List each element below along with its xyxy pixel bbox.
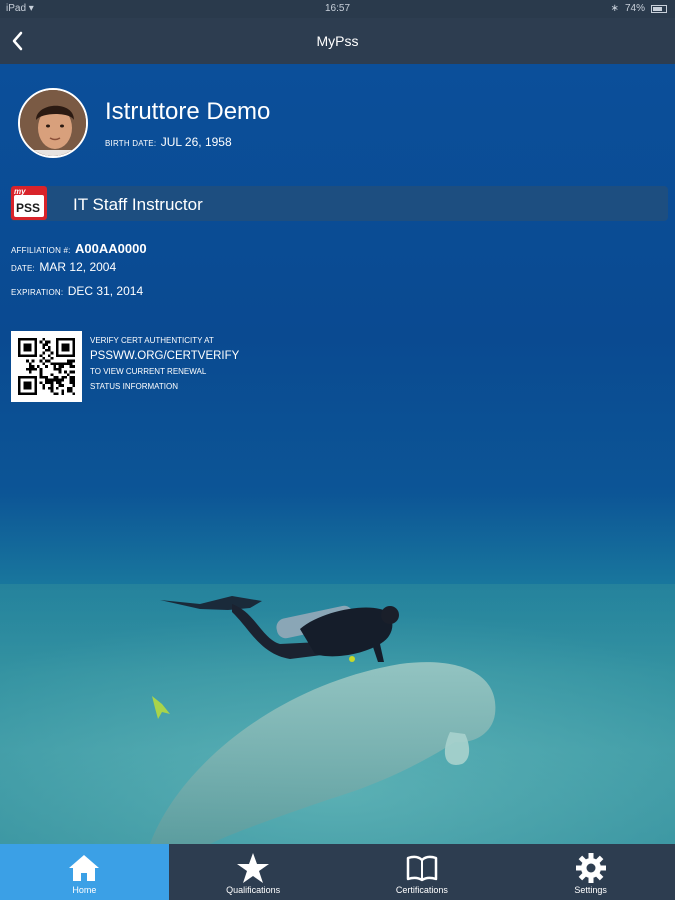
tab-certifications-label: Certifications <box>395 885 448 895</box>
affiliation-value: A00AA0000 <box>75 241 147 256</box>
battery-icon <box>651 4 667 13</box>
affiliation-row: AFFILIATION #: A00AA0000 <box>11 240 147 258</box>
home-icon <box>69 855 100 881</box>
expiration-row: EXPIRATION: DEC 31, 2014 <box>11 282 143 300</box>
bluetooth-icon: ∗ <box>610 3 619 14</box>
status-time: 16:57 <box>324 3 351 14</box>
birth-date-row: BIRTH DATE: JUL 26, 1958 <box>105 133 232 151</box>
navigation-bar: MyPss <box>0 18 675 64</box>
battery-percent: 74% <box>624 3 645 14</box>
tab-home[interactable]: Home <box>0 844 169 900</box>
background-image <box>0 64 675 844</box>
birth-date-value: JUL 26, 1958 <box>160 135 232 149</box>
certification-title: IT Staff Instructor <box>73 195 203 214</box>
verify-line-4: STATUS INFORMATION <box>90 382 178 391</box>
tab-settings[interactable]: Settings <box>506 844 675 900</box>
book-icon <box>406 855 438 882</box>
cert-date-label: DATE: <box>11 264 35 273</box>
tab-settings-label: Settings <box>574 885 607 895</box>
user-name: Istruttore Demo <box>105 98 271 125</box>
svg-text:my: my <box>14 187 26 196</box>
verify-info: VERIFY CERT AUTHENTICITY AT PSSWW.ORG/CE… <box>90 336 239 391</box>
qr-code <box>11 331 82 402</box>
page-title: MyPss <box>316 33 359 49</box>
tab-certifications[interactable]: Certifications <box>338 844 507 900</box>
gear-icon <box>575 853 606 883</box>
verify-line-1: VERIFY CERT AUTHENTICITY AT <box>90 336 214 345</box>
status-right: ∗ 74% <box>611 3 667 14</box>
svg-text:PSS: PSS <box>16 201 40 215</box>
cert-date-value: MAR 12, 2004 <box>39 260 117 274</box>
cert-date-row: DATE: MAR 12, 2004 <box>11 258 116 276</box>
expiration-label: EXPIRATION: <box>11 288 64 297</box>
expiration-value: DEC 31, 2014 <box>67 284 144 298</box>
mypss-logo: my PSS <box>11 186 47 220</box>
tab-home-label: Home <box>72 885 97 895</box>
avatar <box>18 88 88 158</box>
star-icon <box>237 853 270 883</box>
tab-bar: Home Qualifications Certifications Setti… <box>0 844 675 900</box>
affiliation-label: AFFILIATION #: <box>11 246 71 255</box>
verify-url: PSSWW.ORG/CERTVERIFY <box>90 350 240 362</box>
verify-line-3: TO VIEW CURRENT RENEWAL <box>90 367 207 376</box>
tab-qualifications-label: Qualifications <box>226 885 281 895</box>
tab-qualifications[interactable]: Qualifications <box>169 844 338 900</box>
status-bar: iPad ▾ 16:57 ∗ 74% <box>0 0 675 18</box>
birth-date-label: BIRTH DATE: <box>105 139 157 148</box>
